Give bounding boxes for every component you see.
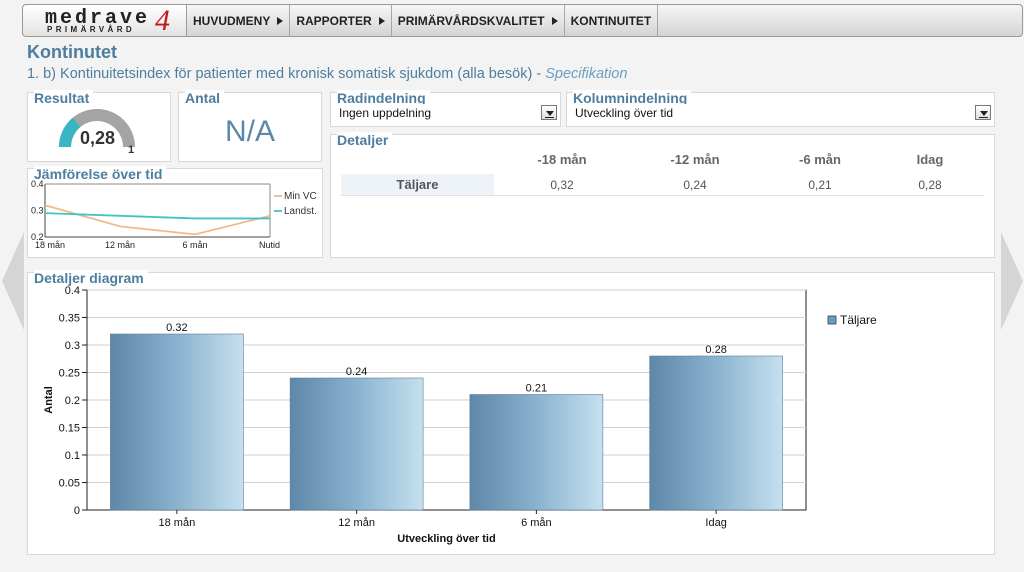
nav-primarvardskvalitet[interactable]: PRIMÄRVÅRDSKVALITET [392,5,565,36]
gauge-max-label: 1 [128,144,135,156]
nav-label: RAPPORTER [296,13,372,28]
radindelning-value: Ingen uppdelning [339,106,432,120]
nav-huvudmeny[interactable]: HUVUDMENY [187,5,291,36]
jamforelse-line-chart: 0.40.30.218 mån 12 mån 6 mån NutidMin VCLan… [31,179,317,250]
chevron-right-icon [277,16,284,25]
table-cell: 0,21 [808,178,832,192]
x-tick-label: Nutid [259,240,280,250]
y-tick-label: 0.25 [59,368,80,380]
nav-label: PRIMÄRVÅRDSKVALITET [397,13,545,28]
x-tick-label: 6 mån [182,240,207,250]
resultat-panel: Resultat 0,28 1 [27,90,171,162]
bar [649,355,783,511]
legend-label: Landst. [284,206,317,217]
y-axis-title: Antal [43,386,55,414]
nav-label: KONTINUITET [570,13,652,28]
nav-label: HUVUDMENY [193,13,271,28]
column-header: -6 mån [799,152,841,167]
antal-value: N/A [224,115,275,148]
series-line [44,204,271,236]
x-tick-label: 18 mån [159,517,196,529]
kolumnindelning-select[interactable]: Utveckling över tid [568,104,993,123]
x-tick-label: 6 mån [521,517,552,529]
detaljer-bar-chart: 0 0.05 0.1 0.15 0.2 0.25 0.3 0.35 0.4 0.32 18 mån 0… [43,285,877,545]
previous-arrow-icon[interactable] [2,232,24,330]
bar [110,333,244,511]
legend-swatch [827,315,837,325]
y-tick-label: 0.4 [65,285,80,297]
y-tick-label: 0.1 [65,450,80,462]
next-arrow-icon[interactable] [1001,232,1023,330]
app-root: medrave PRIMÄRVÅRD 4 HUVUDMENY RAPPORTER… [0,0,1024,572]
legend-label: Täljare [840,313,877,327]
detaljer-title: Detaljer [337,132,393,148]
radindelning-panel: Radindelning Ingen uppdelning [330,90,561,127]
top-navigation: medrave PRIMÄRVÅRD 4 HUVUDMENY RAPPORTER… [22,4,1023,37]
data-label: 0.32 [166,322,187,334]
legend-label: Min VC [284,191,317,202]
y-tick-label: 0.3 [31,206,44,216]
logo-subtitle: PRIMÄRVÅRD [47,25,136,34]
bar [289,377,424,511]
resultat-value: 0,28 [80,128,116,148]
kolumnindelning-value: Utveckling över tid [575,106,674,120]
dropdown-arrow-icon[interactable] [541,105,557,120]
x-tick-label: Idag [705,517,726,529]
nav-rapporter[interactable]: RAPPORTER [290,5,392,36]
data-label: 0.21 [526,383,547,395]
x-tick-label: 18 mån [35,240,65,250]
antal-title: Antal [185,90,224,106]
column-header: -18 mån [537,152,587,167]
y-tick-label: 0.05 [59,478,80,490]
specifikation-link[interactable]: Specifikation [545,66,627,82]
y-tick-label: 0 [74,505,80,517]
y-tick-label: 0.3 [65,340,80,352]
row-label-taljare: Täljare [341,174,494,195]
diagram-panel: Detaljer diagram 0 0.05 0.1 0.15 0.2 0.25 0.3 0… [27,270,995,555]
table-cell: 0,24 [683,178,707,192]
y-tick-label: 0.4 [31,179,44,189]
chevron-right-icon [378,16,385,25]
nav-kontinuitet[interactable]: KONTINUITET [565,5,659,36]
radindelning-select[interactable]: Ingen uppdelning [332,104,559,123]
table-cell: 0,28 [918,178,942,192]
table-cell: 0,32 [550,178,574,192]
dropdown-arrow-icon[interactable] [975,105,991,120]
subtitle-text: 1. b) Kontinuitetsindex för patienter me… [27,66,542,82]
y-tick-label: 0.15 [59,423,80,435]
jamforelse-panel: Jämförelse över tid 0.4 0.3 0.2 18 mån 12 må… [27,166,323,258]
series-line [44,212,270,220]
bar [469,394,604,511]
antal-panel: Antal N/A [178,90,322,162]
column-header: Idag [916,152,944,167]
resultat-gauge [59,109,135,147]
data-label: 0.28 [705,344,726,356]
medrave-logo[interactable]: medrave PRIMÄRVÅRD 4 [23,4,187,37]
x-tick-label: 12 mån [338,517,375,529]
kolumnindelning-panel: Kolumnindelning Utveckling över tid [566,90,995,127]
y-tick-label: 0.2 [65,395,80,407]
page-title: Kontinutet [27,42,117,62]
chevron-right-icon [551,16,558,25]
data-label: 0.24 [346,366,367,378]
y-tick-label: 0.35 [59,313,80,325]
column-header: -12 mån [670,152,720,167]
logo-version: 4 [155,4,170,37]
page-subtitle: 1. b) Kontinuitetsindex för patienter me… [27,66,627,82]
x-axis-title: Utveckling över tid [397,533,495,545]
x-tick-label: 12 mån [105,240,135,250]
